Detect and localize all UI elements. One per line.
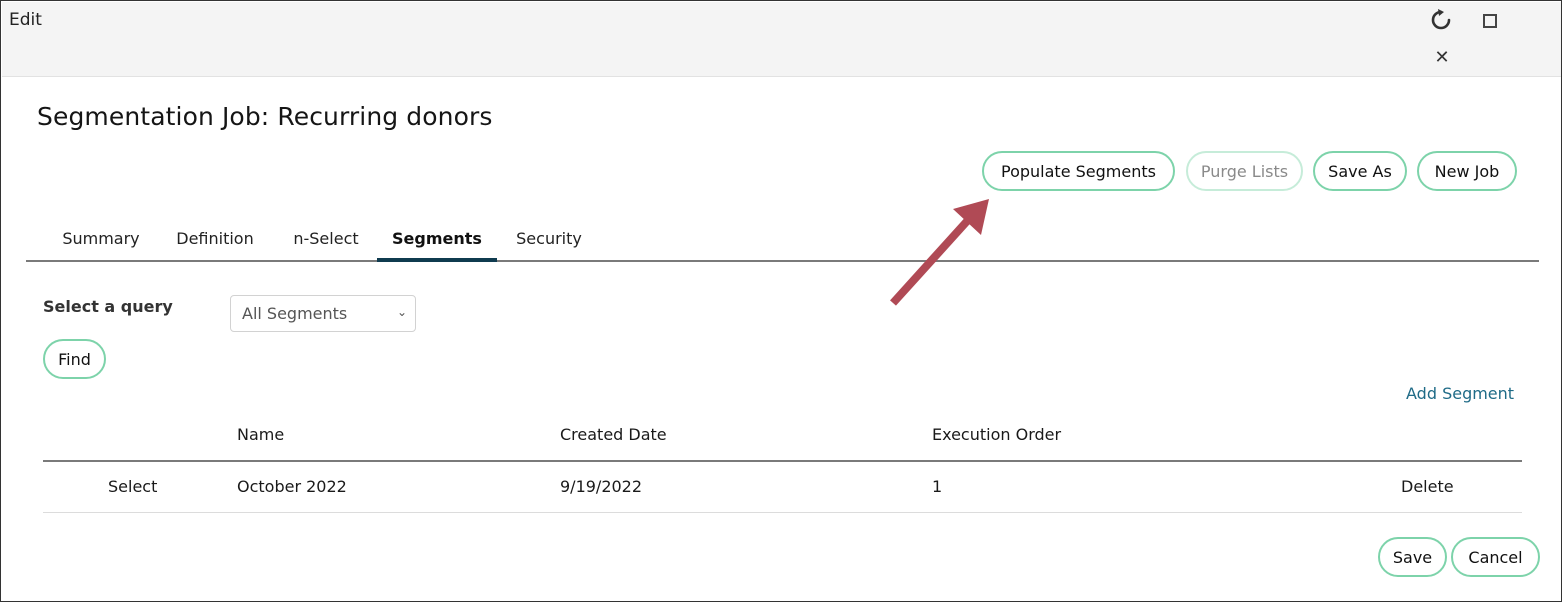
find-button[interactable]: Find: [43, 339, 106, 379]
tab-definition[interactable]: Definition: [166, 223, 264, 260]
refresh-icon[interactable]: [1428, 7, 1454, 33]
delete-link[interactable]: Delete: [1401, 477, 1454, 496]
tab-n-select[interactable]: n-Select: [278, 223, 374, 260]
cancel-button[interactable]: Cancel: [1451, 537, 1540, 577]
query-select[interactable]: All Segments ⌄: [230, 295, 416, 332]
title-bar: Edit ✕: [2, 2, 1561, 77]
window-title: Edit: [9, 10, 42, 30]
column-header-created-date: Created Date: [560, 425, 667, 444]
column-header-execution-order: Execution Order: [932, 425, 1062, 444]
select-query-label: Select a query: [43, 297, 173, 316]
close-icon[interactable]: ✕: [1432, 47, 1452, 68]
new-job-button[interactable]: New Job: [1417, 151, 1517, 191]
add-segment-link[interactable]: Add Segment: [1406, 384, 1514, 403]
tab-bar: Summary Definition n-Select Segments Sec…: [26, 223, 1539, 262]
chevron-down-icon: ⌄: [396, 305, 407, 319]
annotation-arrow-icon: [890, 199, 989, 306]
row-divider: [43, 512, 1522, 513]
populate-segments-button[interactable]: Populate Segments: [982, 151, 1175, 191]
segment-execution-order: 1: [932, 477, 943, 496]
segment-created-date: 9/19/2022: [560, 477, 643, 496]
query-select-value: All Segments: [242, 304, 348, 323]
save-button[interactable]: Save: [1378, 537, 1447, 577]
column-header-name: Name: [237, 425, 285, 444]
dialog-window: Edit ✕ Segmentation Job: Recurring donor…: [0, 0, 1562, 602]
segment-name: October 2022: [237, 477, 347, 496]
table-header-divider: [43, 460, 1522, 462]
tab-summary[interactable]: Summary: [51, 223, 151, 260]
purge-lists-button[interactable]: Purge Lists: [1186, 151, 1303, 191]
save-as-button[interactable]: Save As: [1313, 151, 1407, 191]
tab-security[interactable]: Security: [504, 223, 594, 260]
maximize-icon[interactable]: [1480, 11, 1500, 31]
select-link[interactable]: Select: [108, 477, 157, 496]
page-title: Segmentation Job: Recurring donors: [37, 102, 493, 131]
tab-segments[interactable]: Segments: [377, 223, 497, 262]
